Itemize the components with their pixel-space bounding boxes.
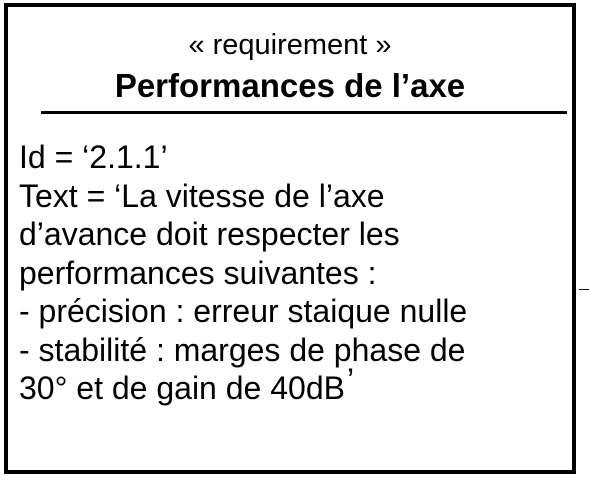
connector-stub: [579, 289, 589, 290]
requirement-name: Performances de l’axe: [114, 67, 466, 104]
requirement-text-line: d’avance doit respecter les: [19, 216, 400, 252]
requirement-stereotype: « requirement »: [188, 29, 392, 61]
requirement-id: Id = ‘2.1.1’: [19, 139, 168, 175]
requirement-text-last-line: 30° et de gain de 40dB’: [19, 362, 574, 408]
requirement-text-line: Text = ‘La vitesse de l’axe: [19, 177, 385, 214]
text-close-quote: ’: [346, 362, 355, 398]
requirement-properties: Id = ‘2.1.1’ Text = ‘La vitesse de l’axe…: [19, 138, 574, 408]
requirement-text-line: - précision : erreur staique nulle: [19, 293, 468, 329]
requirement-text-line: performances suivantes :: [19, 254, 377, 291]
requirement-text-line: - stabilité : marges de phase de: [19, 331, 466, 368]
requirement-text-line: 30° et de gain de 40dB: [19, 370, 345, 406]
requirement-block[interactable]: « requirement » Performances de l’axe Id…: [4, 3, 576, 474]
compartment-divider: [41, 111, 567, 114]
